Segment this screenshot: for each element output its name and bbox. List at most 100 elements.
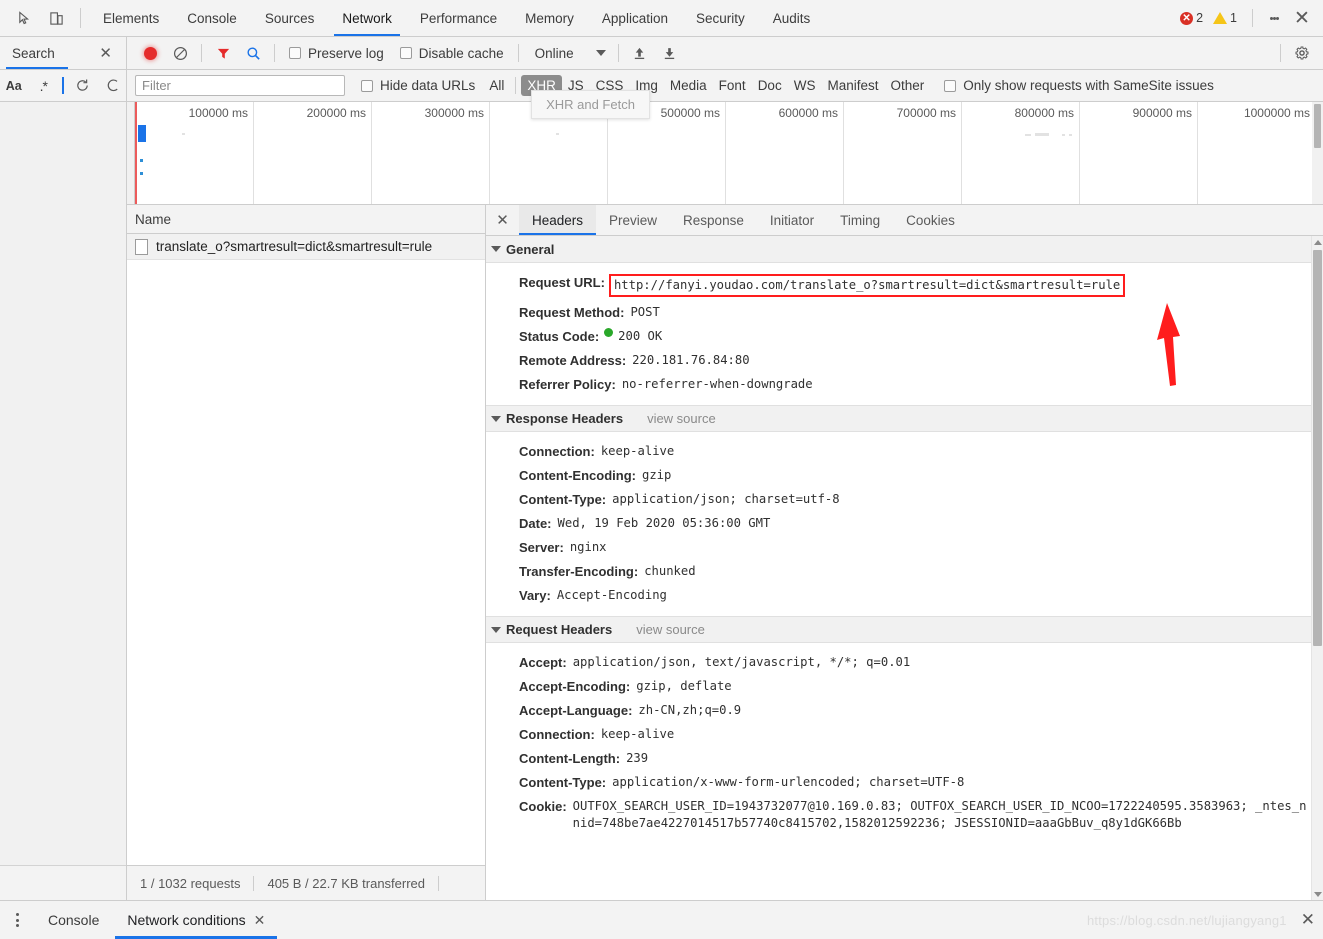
filter-type-doc[interactable]: Doc (752, 75, 788, 96)
divider (1252, 9, 1253, 27)
tab-network[interactable]: Network (328, 0, 406, 36)
warning-icon (1213, 12, 1228, 24)
preserve-log-checkbox[interactable]: Preserve log (281, 46, 392, 61)
close-icon[interactable]: ✕ (99, 44, 112, 62)
header-key: Status Code: (519, 328, 600, 344)
drawer-tab-network-conditions[interactable]: Network conditions ✕ (113, 901, 279, 939)
export-har-icon[interactable] (655, 40, 685, 66)
overview-request-dot (140, 172, 143, 175)
throttling-select[interactable]: Online (525, 46, 606, 61)
table-row[interactable]: translate_o?smartresult=dict&smartresult… (127, 234, 485, 260)
close-icon[interactable]: ✕ (254, 912, 266, 929)
filter-input[interactable]: Filter (135, 75, 345, 96)
header-key: Transfer-Encoding: (519, 563, 639, 579)
view-source-link[interactable]: view source (636, 622, 705, 637)
filter-type-manifest[interactable]: Manifest (821, 75, 884, 96)
scroll-up-icon[interactable] (1312, 236, 1323, 248)
refresh-icon[interactable] (69, 74, 97, 98)
header-value: application/x-www-form-urlencoded; chars… (612, 774, 965, 789)
tab-security[interactable]: Security (682, 0, 759, 36)
clear-icon[interactable] (99, 74, 127, 98)
overview-gridline (843, 102, 844, 204)
header-value: 239 (626, 750, 649, 765)
warning-count: 1 (1230, 11, 1237, 25)
tab-performance[interactable]: Performance (406, 0, 511, 36)
overview-gridline (489, 102, 490, 204)
filter-type-all[interactable]: All (483, 75, 510, 96)
scroll-down-icon[interactable] (1312, 888, 1323, 900)
overview-faint-mark (1062, 134, 1065, 136)
tab-timing[interactable]: Timing (827, 205, 893, 235)
header-value-request-url[interactable]: http://fanyi.youdao.com/translate_o?smar… (608, 273, 1126, 297)
drawer-tab-console[interactable]: Console (34, 901, 113, 939)
chevron-down-icon (491, 246, 501, 252)
filter-type-ws[interactable]: WS (788, 75, 822, 96)
more-tools-icon[interactable] (0, 901, 34, 939)
tab-cookies[interactable]: Cookies (893, 205, 968, 235)
header-value: 220.181.76.84:80 (632, 352, 750, 367)
device-toolbar-icon[interactable] (40, 0, 72, 36)
throttling-value: Online (534, 45, 574, 61)
filter-controls: Filter Hide data URLs All XHR JS CSS Img… (127, 70, 1323, 101)
section-title: Response Headers (506, 411, 624, 426)
tab-preview[interactable]: Preview (596, 205, 670, 235)
record-button[interactable] (135, 40, 165, 66)
tab-application[interactable]: Application (588, 0, 682, 36)
hide-data-urls-checkbox[interactable]: Hide data URLs (345, 78, 483, 93)
samesite-issues-checkbox[interactable]: Only show requests with SameSite issues (930, 78, 1222, 93)
toolbar-right (1274, 44, 1323, 62)
overview-timeline[interactable]: 100000 ms 200000 ms 300000 ms 400000 ms … (135, 102, 1323, 204)
header-row: Connection: keep-alive (486, 439, 1311, 463)
close-icon[interactable]: ✕ (486, 205, 519, 235)
tab-response[interactable]: Response (670, 205, 757, 235)
clear-network-log-icon[interactable] (165, 40, 195, 66)
header-value: no-referrer-when-downgrade (621, 376, 813, 391)
close-icon[interactable]: ✕ (1287, 7, 1317, 30)
inspect-element-icon[interactable] (8, 0, 40, 36)
overview-scrollbar[interactable] (1312, 102, 1323, 204)
header-value: nginx (569, 539, 607, 554)
search-input-cursor (62, 77, 64, 94)
tab-console[interactable]: Console (173, 0, 251, 36)
tab-sources[interactable]: Sources (251, 0, 329, 36)
header-value: zh-CN,zh;q=0.9 (638, 702, 742, 717)
section-header-response-headers[interactable]: Response Headers view source (486, 405, 1311, 432)
filter-icon[interactable] (208, 40, 238, 66)
tab-initiator[interactable]: Initiator (757, 205, 827, 235)
filter-type-font[interactable]: Font (713, 75, 752, 96)
filter-type-other[interactable]: Other (884, 75, 930, 96)
header-row: Connection: keep-alive (486, 722, 1311, 746)
close-drawer-icon[interactable]: ✕ (1301, 910, 1315, 930)
overview-faint-mark (182, 133, 185, 135)
header-value: gzip, deflate (636, 678, 732, 693)
regex-button[interactable]: .* (30, 74, 58, 98)
issue-counts[interactable]: ✕ 2 1 (1180, 11, 1244, 25)
tab-audits[interactable]: Audits (759, 0, 825, 36)
header-key: Remote Address: (519, 352, 627, 368)
tab-memory[interactable]: Memory (511, 0, 588, 36)
tab-elements[interactable]: Elements (89, 0, 173, 36)
main-tab-strip: Elements Console Sources Network Perform… (0, 0, 1323, 37)
header-key: Accept-Language: (519, 702, 633, 718)
section-header-general[interactable]: General (486, 236, 1311, 263)
overview-tick-label: 300000 ms (424, 106, 484, 120)
filter-type-media[interactable]: Media (664, 75, 713, 96)
view-source-link[interactable]: view source (647, 411, 716, 426)
details-scrollbar[interactable] (1311, 236, 1323, 900)
search-icon[interactable] (238, 40, 268, 66)
filter-bar: Aa .* Filter Hide data URLs All XHR JS C… (0, 70, 1323, 102)
search-panel-tab[interactable]: Search ✕ (0, 37, 127, 69)
tab-headers[interactable]: Headers (519, 205, 597, 235)
import-har-icon[interactable] (625, 40, 655, 66)
match-case-button[interactable]: Aa (0, 74, 28, 98)
scrollbar-thumb[interactable] (1313, 250, 1322, 646)
requests-column-header[interactable]: Name (127, 205, 485, 234)
header-key: Content-Encoding: (519, 467, 636, 483)
tab-security-label: Security (695, 10, 745, 26)
more-options-icon[interactable] (1261, 15, 1287, 21)
overview-request-dot (140, 159, 143, 162)
details-tab-strip: ✕ Headers Preview Response Initiator Tim… (486, 205, 1323, 236)
disable-cache-checkbox[interactable]: Disable cache (392, 46, 512, 61)
gear-icon[interactable] (1287, 45, 1317, 61)
section-header-request-headers[interactable]: Request Headers view source (486, 616, 1311, 643)
